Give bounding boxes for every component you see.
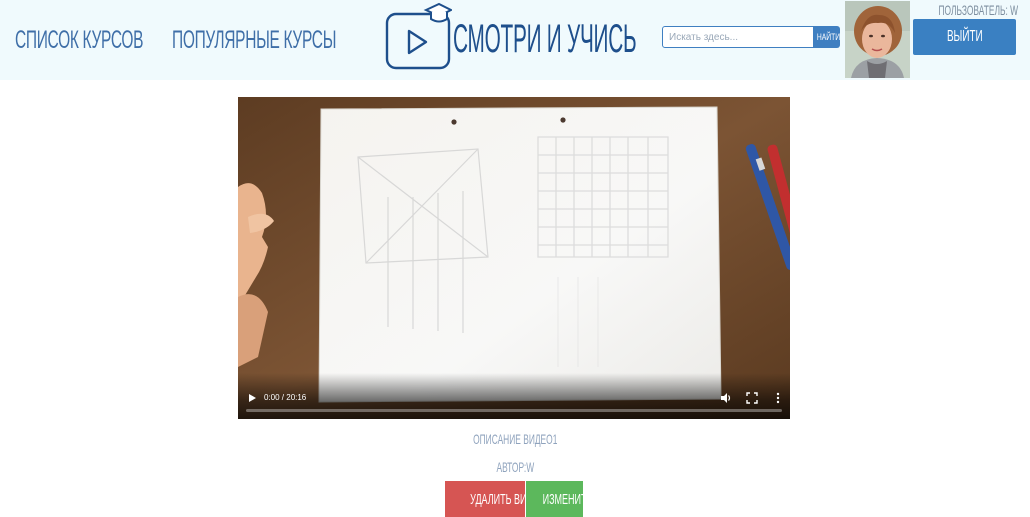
video-description: Описание видео1 — [0, 429, 1030, 449]
video-author: Автор:W — [0, 457, 1030, 477]
avatar-image — [845, 1, 910, 78]
video-player[interactable]: 0:00 / 20:16 — [238, 97, 790, 419]
search-input[interactable] — [662, 26, 820, 48]
video-author-text: Автор:W — [496, 459, 534, 475]
user-label: Пользователь: W — [912, 1, 1030, 19]
video-controls: 0:00 / 20:16 — [238, 373, 790, 419]
time-display: 0:00 / 20:16 — [264, 393, 307, 402]
more-vertical-icon[interactable] — [772, 392, 784, 404]
nav-course-list-link[interactable]: Список курсов — [15, 22, 143, 58]
video-frame — [238, 97, 790, 419]
logout-button[interactable]: Выйти — [913, 19, 1016, 55]
logo-icon[interactable] — [382, 2, 452, 70]
brand-title: Смотри и учись — [453, 17, 637, 61]
edit-video-label: Изменить — [542, 490, 593, 508]
search-button-label: Найти — [816, 32, 841, 42]
nav-popular-courses-link[interactable]: Популярные курсы — [172, 22, 336, 58]
avatar — [845, 1, 910, 78]
fullscreen-icon[interactable] — [746, 392, 758, 404]
logout-button-label: Выйти — [946, 28, 983, 45]
search-button[interactable]: Найти — [813, 26, 840, 48]
edit-video-button[interactable]: Изменить — [526, 481, 592, 517]
play-icon[interactable] — [247, 393, 257, 403]
volume-icon[interactable] — [720, 392, 732, 404]
video-description-text: Описание видео1 — [472, 431, 558, 447]
user-label-text: Пользователь: W — [938, 2, 1019, 18]
progress-bar[interactable] — [246, 409, 782, 412]
delete-video-button[interactable]: Удалить видео — [445, 481, 546, 517]
header: Список курсов Популярные курсы Смотри и … — [0, 0, 1030, 80]
